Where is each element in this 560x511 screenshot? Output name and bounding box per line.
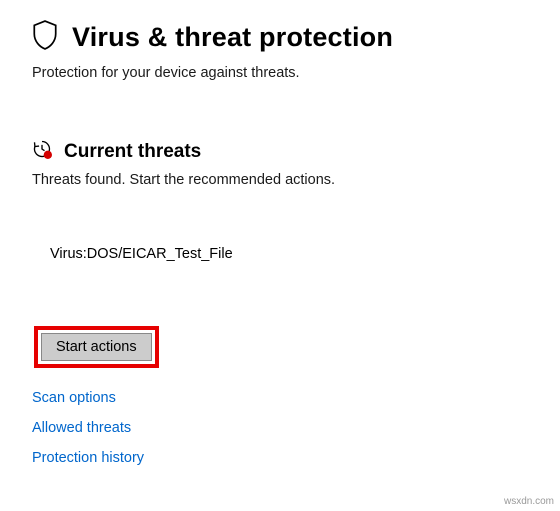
current-threats-title: Current threats <box>64 141 201 163</box>
shield-icon <box>32 20 58 55</box>
allowed-threats-link[interactable]: Allowed threats <box>32 420 131 436</box>
current-threats-section: Current threats Threats found. Start the… <box>32 139 528 466</box>
threat-item[interactable]: Virus:DOS/EICAR_Test_File <box>50 246 528 262</box>
page-header: Virus & threat protection <box>32 20 528 55</box>
watermark: wsxdn.com <box>504 496 554 507</box>
current-threats-subtitle: Threats found. Start the recommended act… <box>32 172 528 188</box>
start-actions-highlight: Start actions <box>34 326 159 368</box>
page-subtitle: Protection for your device against threa… <box>32 65 528 81</box>
protection-history-link[interactable]: Protection history <box>32 450 144 466</box>
history-alert-icon <box>32 139 52 164</box>
scan-options-link[interactable]: Scan options <box>32 390 116 406</box>
page-title: Virus & threat protection <box>72 22 393 53</box>
start-actions-button[interactable]: Start actions <box>41 333 152 361</box>
